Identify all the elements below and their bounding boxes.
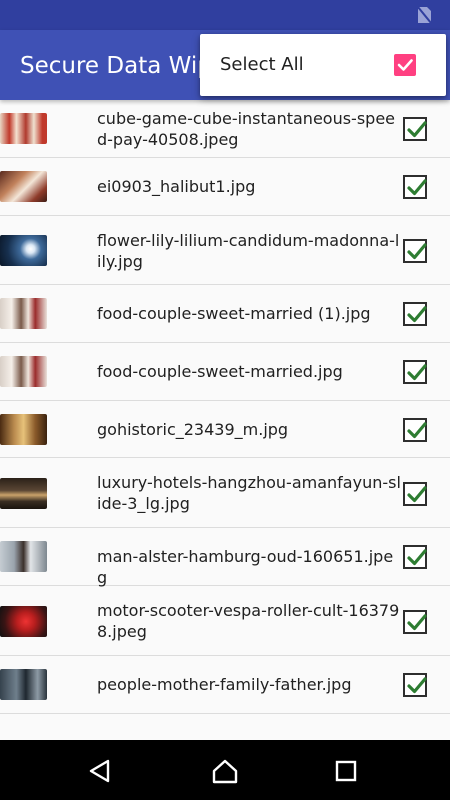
list-item[interactable]: man-alster-hamburg-oud-160651.jpeg <box>0 528 450 587</box>
overflow-menu: Select All <box>200 34 446 96</box>
file-checkbox[interactable] <box>403 610 427 634</box>
file-thumbnail <box>0 171 47 202</box>
file-name: food-couple-sweet-married (1).jpg <box>97 304 371 323</box>
status-bar <box>0 0 450 30</box>
select-all-checkbox[interactable] <box>394 54 416 76</box>
file-checkbox[interactable] <box>403 482 427 506</box>
file-name: cube-game-cube-instantaneous-speed-pay-4… <box>97 109 396 149</box>
file-thumbnail <box>0 606 47 637</box>
file-thumbnail <box>0 669 47 700</box>
file-checkbox[interactable] <box>403 175 427 199</box>
file-thumbnail <box>0 478 47 509</box>
file-name: flower-lily-lilium-candidum-madonna-lily… <box>97 231 400 271</box>
list-item[interactable]: motor-scooter-vespa-roller-cult-163798.j… <box>0 586 450 656</box>
screen: Secure Data Wipe cube-game-cube-instanta… <box>0 0 450 800</box>
file-name: gohistoric_23439_m.jpg <box>97 420 289 439</box>
file-checkbox[interactable] <box>403 360 427 384</box>
file-checkbox[interactable] <box>403 239 427 263</box>
list-item[interactable]: ei0903_halibut1.jpg <box>0 158 450 216</box>
file-checkbox[interactable] <box>403 673 427 697</box>
file-checkbox[interactable] <box>403 302 427 326</box>
file-name: motor-scooter-vespa-roller-cult-163798.j… <box>97 601 400 641</box>
file-name: man-alster-hamburg-oud-160651.jpeg <box>97 547 394 587</box>
file-list[interactable]: cube-game-cube-instantaneous-speed-pay-4… <box>0 100 450 740</box>
file-thumbnail <box>0 113 47 144</box>
file-name: people-mother-family-father.jpg <box>97 675 352 694</box>
file-thumbnail <box>0 235 47 266</box>
file-name: luxury-hotels-hangzhou-amanfayun-slide-3… <box>97 473 401 513</box>
list-item[interactable]: luxury-hotels-hangzhou-amanfayun-slide-3… <box>0 458 450 528</box>
list-item[interactable]: cube-game-cube-instantaneous-speed-pay-4… <box>0 100 450 158</box>
file-checkbox[interactable] <box>403 418 427 442</box>
list-item[interactable]: flower-lily-lilium-candidum-madonna-lily… <box>0 216 450 285</box>
list-item[interactable]: food-couple-sweet-married.jpg <box>0 343 450 401</box>
file-thumbnail <box>0 356 47 387</box>
file-thumbnail <box>0 541 47 572</box>
app-title: Secure Data Wipe <box>20 53 226 79</box>
file-checkbox[interactable] <box>403 117 427 141</box>
no-sim-icon <box>417 6 432 24</box>
file-name: food-couple-sweet-married.jpg <box>97 362 343 381</box>
navigation-bar <box>0 740 450 800</box>
list-item[interactable]: people-mother-family-father.jpg <box>0 656 450 714</box>
select-all-label[interactable]: Select All <box>220 34 304 96</box>
file-thumbnail <box>0 414 47 445</box>
recents-square-icon[interactable] <box>334 758 360 784</box>
list-item[interactable]: gohistoric_23439_m.jpg <box>0 401 450 458</box>
back-triangle-icon[interactable] <box>87 758 113 784</box>
file-checkbox[interactable] <box>403 545 427 569</box>
list-item[interactable]: food-couple-sweet-married (1).jpg <box>0 285 450 343</box>
file-thumbnail <box>0 298 47 329</box>
home-icon[interactable] <box>212 758 238 784</box>
file-name: ei0903_halibut1.jpg <box>97 177 256 196</box>
